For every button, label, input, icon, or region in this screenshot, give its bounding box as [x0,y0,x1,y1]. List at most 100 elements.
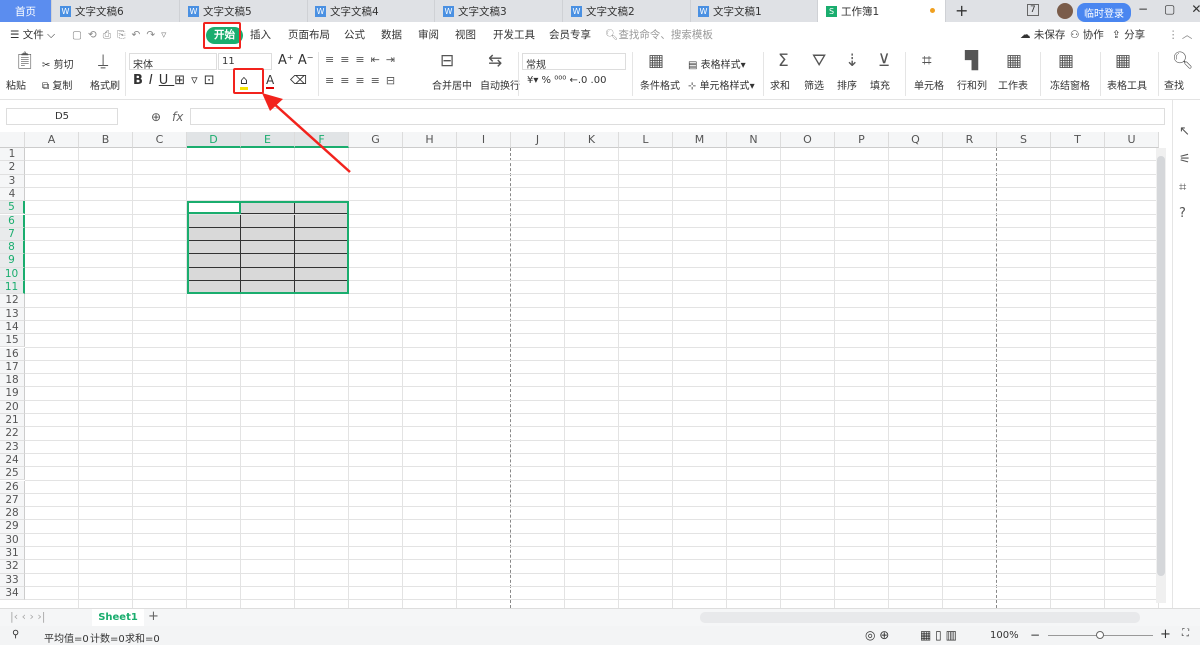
row-header[interactable]: 33 [0,573,25,587]
row-header[interactable]: 15 [0,334,25,348]
column-header[interactable]: M [673,132,727,148]
column-header[interactable]: A [25,132,79,148]
format-painter-button[interactable]: 格式刷 [90,77,120,92]
menu-tab[interactable]: 插入 [250,22,271,48]
add-sheet-button[interactable]: + [148,609,159,624]
notification-badge[interactable]: 7 [1027,4,1039,16]
row-header[interactable]: 28 [0,507,25,521]
search-commands[interactable]: 🔍︎查找命令、搜索模板 [605,22,713,48]
worksheet-button[interactable]: 工作表 [998,77,1028,92]
conditional-format-button[interactable]: 条件格式 [640,77,680,92]
column-header[interactable]: K [565,132,619,148]
column-header[interactable]: G [349,132,403,148]
formula-input[interactable] [190,108,1165,125]
row-header[interactable]: 26 [0,480,25,494]
menu-tab[interactable]: 视图 [455,22,476,48]
row-header[interactable]: 17 [0,360,25,375]
filter-button[interactable]: 筛选 [804,77,824,92]
tab-home[interactable]: 首页 [0,0,52,22]
row-header[interactable]: 22 [0,427,25,441]
tab-doc[interactable]: W 文字文稿4 [307,0,435,22]
wrap-text-button[interactable]: 自动换行 [480,77,520,92]
row-header[interactable]: 8 [0,241,25,255]
merge-center-button[interactable]: 合并居中 [432,77,472,92]
horizontal-scrollbar[interactable] [700,612,1140,623]
row-header[interactable]: 25 [0,467,25,481]
column-header[interactable]: N [727,132,781,148]
column-header[interactable]: E [241,132,295,148]
spreadsheet-grid[interactable]: A B C D E F G H I J K L M N O P Q R S T U 1 2 3 4 5 6 7 8 9 10 11 12 13 14… [0,132,1160,608]
vertical-scrollbar[interactable] [1156,148,1166,603]
row-header[interactable]: 9 [0,254,25,268]
font-style-buttons[interactable]: BIU⊞▿⊡ [133,73,221,88]
fullscreen-icon[interactable]: ⛶ [1182,628,1189,639]
column-header[interactable]: F [295,132,349,148]
avatar[interactable] [1057,3,1073,19]
macro-icon[interactable]: ⚲ [12,629,19,640]
menu-tab[interactable]: 会员专享 [549,22,591,48]
row-header[interactable]: 13 [0,307,25,321]
column-header[interactable]: C [133,132,187,148]
tab-doc[interactable]: W 文字文稿5 [180,0,308,22]
menu-tab[interactable]: 页面布局 [288,22,330,48]
column-header[interactable]: R [943,132,997,148]
tab-doc[interactable]: W 文字文稿2 [563,0,691,22]
row-header[interactable]: 10 [0,267,25,281]
help-icon[interactable]: ? [1179,206,1186,222]
new-tab-button[interactable]: + [955,1,968,20]
quick-access-icons[interactable]: ▢⟲⎙⎘↶↷▿ [72,22,172,48]
settings-sliders-icon[interactable]: ⚟ [1179,152,1191,168]
active-cell[interactable] [187,201,241,215]
file-menu[interactable]: ☰ 文件 ⌵ [10,22,55,48]
menu-tab[interactable]: 开发工具 [493,22,535,48]
row-header[interactable]: 1 [0,148,25,162]
more-collapse-icons[interactable]: ⋮ ︿ [1168,22,1192,48]
selection-range[interactable] [187,201,349,295]
tab-active-workbook[interactable]: S 工作簿1 [818,0,946,22]
row-header[interactable]: 34 [0,586,25,601]
row-header[interactable]: 4 [0,187,25,202]
font-color-button[interactable]: A [266,73,275,89]
row-header[interactable]: 20 [0,400,25,414]
column-header[interactable]: D [187,132,241,148]
row-header[interactable]: 5 [0,201,25,215]
zoom-slider[interactable] [1048,631,1153,639]
cell-style-button[interactable]: ⊹ 单元格样式▾ [688,77,755,92]
align-buttons-top[interactable]: ≡≡≡⇤⇥ [325,53,401,66]
row-header[interactable]: 6 [0,214,25,228]
table-tools-button[interactable]: 表格工具 [1107,77,1147,92]
align-buttons-bottom[interactable]: ≡≡≡≡⊟ [325,74,401,87]
row-col-button[interactable]: 行和列 [957,77,987,92]
row-header[interactable]: 19 [0,387,25,401]
tab-doc[interactable]: W 文字文稿3 [435,0,563,22]
font-name-select[interactable]: 宋体 [129,53,217,71]
pointer-icon[interactable]: ↖ [1179,124,1190,140]
crop-icon[interactable]: ⌗ [1179,180,1186,196]
zoom-out-button[interactable]: − [1030,628,1040,642]
sheet-tab-sheet1[interactable]: Sheet1 [92,609,144,626]
row-header[interactable]: 14 [0,320,25,335]
zoom-formula-icon[interactable]: ⊕ [151,109,161,125]
column-header[interactable]: T [1051,132,1105,148]
freeze-panes-button[interactable]: 冻结窗格 [1050,77,1090,92]
column-header[interactable]: Q [889,132,943,148]
row-header[interactable]: 21 [0,414,25,428]
sort-button[interactable]: 排序 [837,77,857,92]
sum-button[interactable]: 求和 [770,77,790,92]
clear-format-button[interactable]: ⌫ [290,73,307,87]
paste-button[interactable]: 粘贴 [6,77,26,92]
column-header[interactable]: H [403,132,457,148]
row-header[interactable]: 24 [0,453,25,468]
column-header[interactable]: O [781,132,835,148]
menu-tab[interactable]: 公式 [344,22,365,48]
row-header[interactable]: 30 [0,533,25,547]
zoom-level[interactable]: 100% [990,630,1019,641]
font-grow-shrink[interactable]: A⁺ A⁻ [278,53,314,68]
view-mode-icons[interactable]: ▦ ▯ ▥ [920,628,957,642]
column-header[interactable]: J [511,132,565,148]
login-button[interactable]: 临时登录 [1077,3,1131,22]
number-format-select[interactable]: 常规 [522,53,626,71]
tab-doc[interactable]: W 文字文稿1 [690,0,818,22]
column-header[interactable]: I [457,132,511,148]
menu-tab[interactable]: 数据 [381,22,402,48]
